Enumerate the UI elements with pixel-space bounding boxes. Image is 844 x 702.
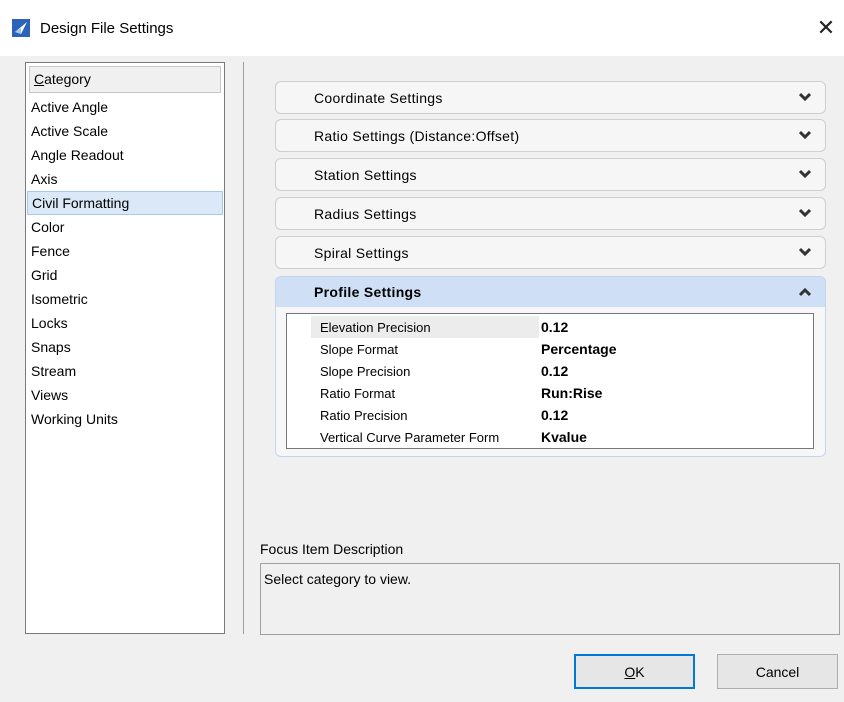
category-item[interactable]: Civil Formatting xyxy=(27,191,223,215)
ok-label-rest: K xyxy=(635,663,645,680)
category-item[interactable]: Isometric xyxy=(27,287,223,311)
category-item[interactable]: Working Units xyxy=(27,407,223,431)
section-station-settings[interactable]: Station Settings xyxy=(275,158,826,191)
section-ratio-settings[interactable]: Ratio Settings (Distance:Offset) xyxy=(275,119,826,152)
property-name: Slope Format xyxy=(320,341,399,357)
property-value[interactable]: Kvalue xyxy=(541,429,587,445)
window-title: Design File Settings xyxy=(40,20,174,37)
category-list: Active Angle Active Scale Angle Readout Axi… xyxy=(27,95,223,431)
category-item[interactable]: Active Angle xyxy=(27,95,223,119)
property-name: Vertical Curve Parameter Form xyxy=(320,429,500,445)
category-item[interactable]: Fence xyxy=(27,239,223,263)
chevron-up-icon xyxy=(799,287,811,297)
category-item[interactable]: Snaps xyxy=(27,335,223,359)
section-label: Station Settings xyxy=(314,166,417,183)
category-item[interactable]: Color xyxy=(27,215,223,239)
chevron-down-icon xyxy=(799,130,811,140)
chevron-down-icon xyxy=(799,92,811,102)
property-value[interactable]: 0.12 xyxy=(541,363,568,379)
category-item[interactable]: Locks xyxy=(27,311,223,335)
title-bar: Design File Settings ✕ xyxy=(0,0,844,56)
focus-item-description-box: Select category to view. xyxy=(260,563,840,635)
app-logo-icon xyxy=(12,19,30,37)
property-row[interactable]: Elevation Precision 0.12 xyxy=(287,316,813,338)
section-spiral-settings[interactable]: Spiral Settings xyxy=(275,236,826,269)
section-profile-settings[interactable]: Profile Settings xyxy=(275,276,826,308)
category-item[interactable]: Views xyxy=(27,383,223,407)
close-icon: ✕ xyxy=(816,15,836,40)
category-item[interactable]: Axis xyxy=(27,167,223,191)
cancel-button[interactable]: Cancel xyxy=(717,654,838,689)
ok-access-key: O xyxy=(624,663,636,680)
category-item[interactable]: Stream xyxy=(27,359,223,383)
category-list-panel: Category Active Angle Active Scale Angle R… xyxy=(25,62,225,634)
property-row[interactable]: Slope Format Percentage xyxy=(287,338,813,360)
property-value[interactable]: 0.12 xyxy=(541,407,568,423)
chevron-down-icon xyxy=(799,208,811,218)
section-coordinate-settings[interactable]: Coordinate Settings xyxy=(275,81,826,114)
focus-item-description-label: Focus Item Description xyxy=(260,541,404,557)
property-name: Elevation Precision xyxy=(320,319,431,335)
section-label: Coordinate Settings xyxy=(314,89,443,106)
chevron-down-icon xyxy=(799,247,811,257)
property-row[interactable]: Slope Precision 0.12 xyxy=(287,360,813,382)
category-header-access-key: C xyxy=(34,71,45,87)
property-name: Ratio Precision xyxy=(320,407,408,423)
property-value[interactable]: Run:Rise xyxy=(541,385,602,401)
profile-settings-body: Elevation Precision 0.12 Slope Format Perce… xyxy=(275,307,826,457)
property-row[interactable]: Vertical Curve Parameter Form Kvalue xyxy=(287,426,813,448)
chevron-down-icon xyxy=(799,169,811,179)
section-label: Radius Settings xyxy=(314,205,417,222)
category-item[interactable]: Grid xyxy=(27,263,223,287)
section-label: Spiral Settings xyxy=(314,244,409,261)
section-label: Profile Settings xyxy=(314,284,422,300)
property-row[interactable]: Ratio Precision 0.12 xyxy=(287,404,813,426)
panel-divider xyxy=(243,62,244,634)
ok-button[interactable]: OK xyxy=(574,654,695,689)
close-button[interactable]: ✕ xyxy=(812,14,840,42)
property-value[interactable]: 0.12 xyxy=(541,319,568,335)
profile-property-grid: Elevation Precision 0.12 Slope Format Perce… xyxy=(286,313,814,449)
category-item[interactable]: Active Scale xyxy=(27,119,223,143)
category-item[interactable]: Angle Readout xyxy=(27,143,223,167)
property-name: Slope Precision xyxy=(320,363,411,379)
section-label: Ratio Settings (Distance:Offset) xyxy=(314,127,520,144)
property-value[interactable]: Percentage xyxy=(541,341,616,357)
category-column-header[interactable]: Category xyxy=(29,66,221,93)
section-radius-settings[interactable]: Radius Settings xyxy=(275,197,826,230)
category-header-label: ategory xyxy=(44,71,91,87)
property-name: Ratio Format xyxy=(320,385,396,401)
property-row[interactable]: Ratio Format Run:Rise xyxy=(287,382,813,404)
